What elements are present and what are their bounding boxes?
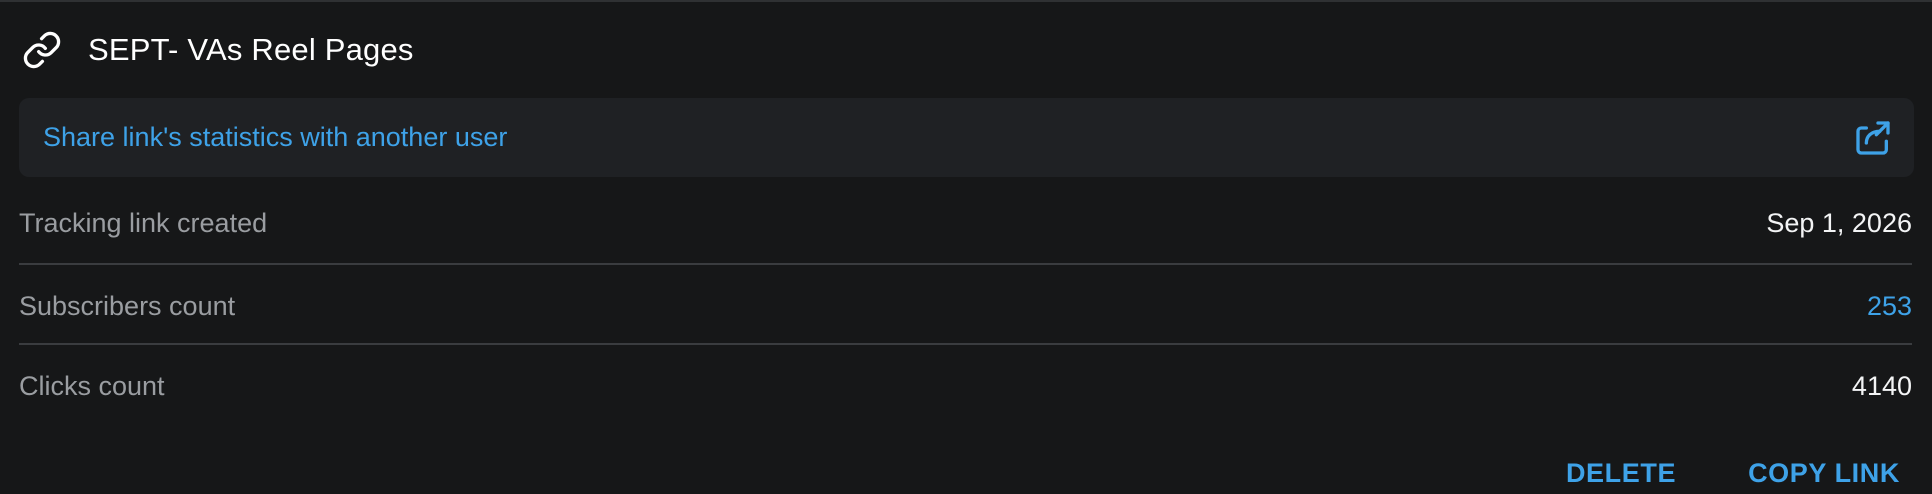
detail-value: Sep 1, 2026 bbox=[1766, 207, 1912, 238]
link-icon bbox=[22, 30, 62, 70]
link-header: SEPT- VAs Reel Pages bbox=[22, 28, 414, 72]
share-statistics-label: Share link's statistics with another use… bbox=[43, 122, 508, 152]
detail-label: Clicks count bbox=[19, 370, 165, 401]
detail-row-clicks: Clicks count 4140 bbox=[19, 361, 1912, 411]
detail-row-subscribers: Subscribers count 253 bbox=[19, 281, 1912, 331]
share-icon[interactable] bbox=[1852, 117, 1894, 159]
divider bbox=[19, 343, 1912, 345]
action-bar: DELETE COPY LINK bbox=[1566, 458, 1900, 489]
share-statistics-button[interactable]: Share link's statistics with another use… bbox=[19, 98, 1914, 177]
tracking-link-panel: SEPT- VAs Reel Pages Share link's statis… bbox=[0, 0, 1932, 494]
detail-value: 4140 bbox=[1851, 370, 1912, 401]
delete-button[interactable]: DELETE bbox=[1566, 458, 1676, 489]
detail-label: Tracking link created bbox=[19, 207, 268, 238]
detail-label: Subscribers count bbox=[19, 290, 236, 321]
copy-link-button[interactable]: COPY LINK bbox=[1748, 458, 1900, 489]
subscribers-count-link[interactable]: 253 bbox=[1867, 291, 1912, 322]
divider bbox=[19, 263, 1912, 265]
detail-row-created: Tracking link created Sep 1, 2026 bbox=[19, 198, 1912, 248]
link-title: SEPT- VAs Reel Pages bbox=[88, 32, 414, 67]
